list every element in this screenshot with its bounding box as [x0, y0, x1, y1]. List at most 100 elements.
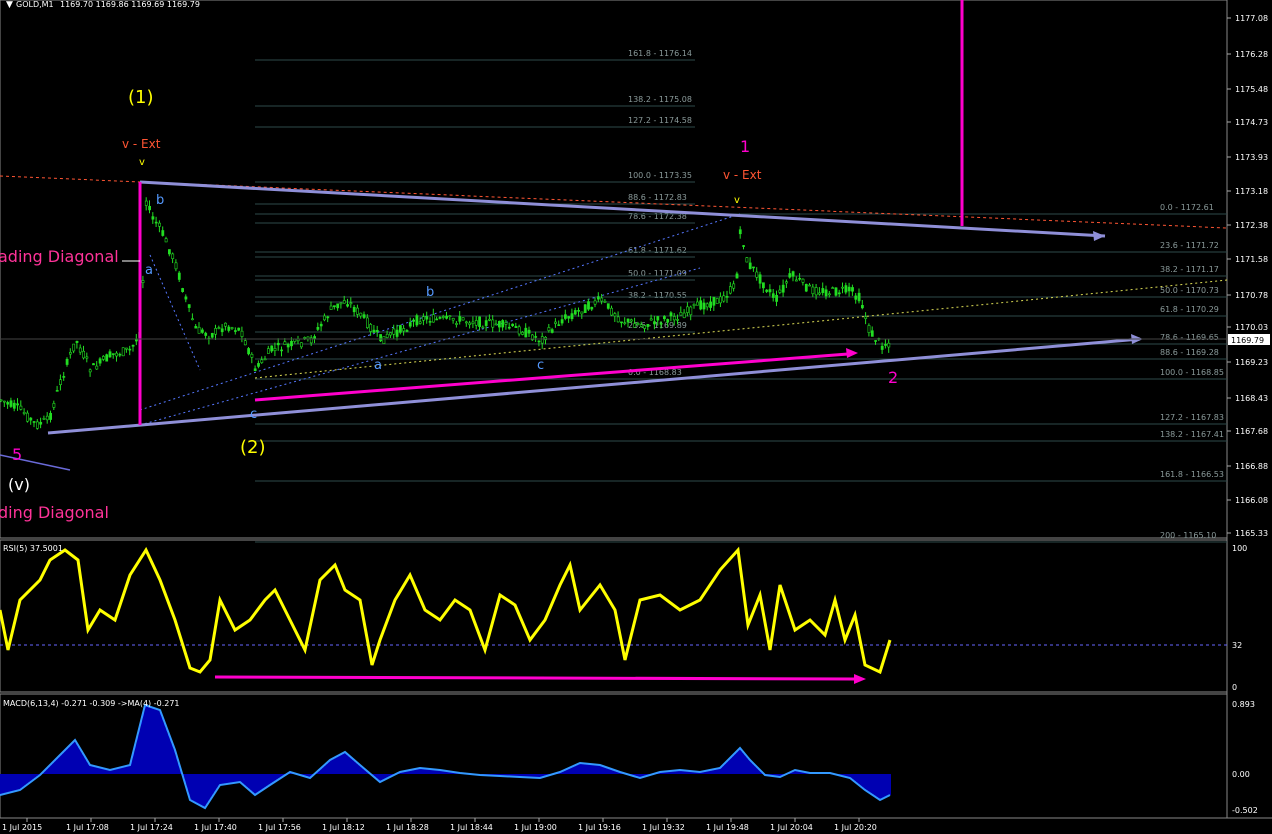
candle-body — [135, 339, 138, 342]
candle-body — [705, 303, 709, 308]
candle-body — [234, 330, 237, 332]
lower-trendline[interactable] — [47, 337, 1141, 435]
candle-body — [329, 305, 333, 310]
candle-body — [154, 221, 158, 224]
fib-level-label: 100.0 - 1168.85 — [1160, 368, 1224, 377]
candle-body — [563, 314, 567, 319]
candle-body — [811, 286, 815, 295]
blue-dashed-trendline-3 — [149, 254, 201, 371]
candle-body — [273, 348, 277, 352]
candle-body — [745, 257, 749, 263]
candle-body — [458, 316, 462, 322]
candle-body — [402, 328, 406, 332]
rsi-title: RSI(5) 37.5001 — [3, 544, 63, 553]
candle-body — [230, 327, 234, 329]
candle-body — [194, 326, 198, 329]
time-tick-label: 1 Jul 19:16 — [578, 823, 621, 832]
candle-body — [738, 229, 742, 235]
header-arrow-icon[interactable]: ▼ — [6, 0, 13, 10]
candle-body — [42, 418, 46, 420]
lower-left-trendline — [0, 454, 71, 471]
candle-body — [405, 330, 409, 332]
price-tick-label: 1176.28 — [1235, 50, 1268, 59]
candle-body — [102, 356, 105, 360]
candle-body — [158, 222, 161, 227]
candle-body — [504, 322, 508, 325]
candle-body — [168, 249, 171, 255]
macd-panel-border — [0, 693, 1228, 819]
price-tick-label: 1170.03 — [1235, 323, 1268, 332]
candle-body — [821, 288, 825, 293]
candle-body — [636, 323, 640, 325]
candle-body — [752, 266, 755, 269]
candle-body — [603, 300, 607, 303]
time-tick-label: 1 Jul 18:28 — [386, 823, 429, 832]
candle-body — [484, 320, 488, 326]
candle-body — [804, 283, 808, 292]
candle-body — [577, 310, 581, 312]
fib-level-label: 88.6 - 1172.83 — [628, 193, 687, 202]
candle-body — [695, 301, 699, 306]
price-tick-label: 1170.78 — [1235, 291, 1268, 300]
candle-body — [52, 403, 56, 408]
candle-body — [570, 313, 574, 320]
candle-body — [240, 330, 244, 337]
price-scale[interactable]: 1177.08 1176.28 1175.48 1174.73 1173.93 1173.… — [1227, 14, 1268, 538]
time-tick-label: 1 Jul 17:56 — [258, 823, 301, 832]
candle-body — [441, 316, 445, 318]
candle-body — [834, 287, 838, 296]
candle-body — [679, 312, 683, 316]
candle-body — [649, 318, 653, 321]
candle-body — [471, 321, 475, 325]
candle-body — [596, 296, 600, 300]
candle-body — [758, 274, 762, 284]
chart-canvas[interactable]: ▼ GOLD,M1 1169.70 1169.86 1169.69 1169.7… — [0, 0, 1272, 834]
time-tick-label: 1 Jul 19:32 — [642, 823, 685, 832]
candle-body — [814, 287, 818, 296]
price-tick-label: 1167.68 — [1235, 427, 1268, 436]
candle-body — [606, 303, 610, 309]
candle-body — [587, 301, 590, 310]
candle-body — [12, 402, 16, 409]
candle-body — [85, 356, 89, 359]
candle-body — [98, 358, 102, 364]
candle-body — [339, 302, 343, 305]
candle-body — [808, 284, 812, 287]
time-tick-label: 1 Jul 17:08 — [66, 823, 109, 832]
fib-level-label: 200 - 1165.10 — [1160, 531, 1216, 540]
current-price-value: 1169.79 — [1231, 336, 1264, 345]
candle-body — [105, 354, 109, 362]
rsi-magenta-arrow — [214, 675, 856, 681]
candle-body — [847, 286, 851, 292]
candle-body — [682, 312, 686, 319]
time-axis[interactable]: 1 Jul 2015 1 Jul 17:08 1 Jul 17:24 1 Jul 17… — [2, 818, 877, 832]
upper-trendline[interactable] — [139, 180, 1106, 238]
candle-body — [204, 332, 208, 336]
v-ext-left-label: v - Ext — [122, 137, 161, 151]
candle-body — [303, 337, 307, 339]
candle-body — [676, 319, 680, 321]
wave-b2-label: b — [426, 285, 434, 300]
v-ext-right-label: v - Ext — [723, 168, 762, 182]
candle-body — [164, 238, 168, 243]
candle-body — [412, 319, 416, 322]
candle-body — [481, 326, 485, 329]
wave-1-label: (1) — [128, 87, 154, 108]
candle-body — [191, 318, 194, 321]
candle-body — [253, 368, 257, 372]
candle-body — [356, 307, 359, 315]
candle-body — [761, 282, 765, 289]
leading-diagonal-label: ading Diagonal — [0, 247, 119, 266]
price-tick-label: 1166.08 — [1235, 496, 1268, 505]
candle-body — [115, 352, 119, 357]
candle-body — [92, 363, 95, 366]
candle-body — [507, 326, 511, 329]
rsi-scale-32: 32 — [1232, 641, 1242, 650]
candle-body — [32, 421, 36, 423]
candle-body — [118, 353, 122, 356]
time-tick-label: 1 Jul 18:12 — [322, 823, 365, 832]
candle-body — [488, 318, 491, 321]
candle-body — [874, 340, 878, 342]
candle-body — [144, 200, 148, 206]
candle-body — [781, 284, 785, 293]
